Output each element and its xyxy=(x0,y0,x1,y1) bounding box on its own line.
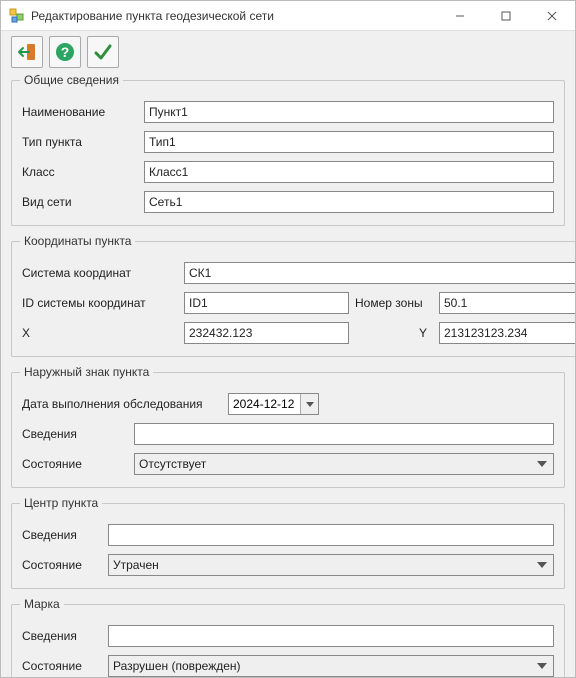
class-input[interactable] xyxy=(144,161,554,183)
group-coords: Координаты пункта Система координат ID с… xyxy=(11,234,575,357)
close-button[interactable] xyxy=(529,1,575,31)
group-general: Общие сведения Наименование Тип пункта К… xyxy=(11,73,565,226)
network-label: Вид сети xyxy=(22,195,138,209)
chevron-down-icon[interactable] xyxy=(300,394,318,414)
svg-text:?: ? xyxy=(61,44,70,60)
survey-date-value: 2024-12-12 xyxy=(233,397,300,411)
center-info-input[interactable] xyxy=(108,524,554,546)
group-outer-sign: Наружный знак пункта Дата выполнения обс… xyxy=(11,365,565,488)
outer-state-select[interactable]: Отсутствует xyxy=(134,453,554,475)
center-state-label: Состояние xyxy=(22,558,102,572)
mark-state-select[interactable]: Разрушен (поврежден) xyxy=(108,655,554,677)
group-center: Центр пункта Сведения Состояние Утрачен xyxy=(11,496,565,589)
group-outer-sign-legend: Наружный знак пункта xyxy=(20,365,153,379)
center-info-label: Сведения xyxy=(22,528,102,542)
maximize-button[interactable] xyxy=(483,1,529,31)
outer-info-input[interactable] xyxy=(134,423,554,445)
zone-label: Номер зоны xyxy=(355,296,433,310)
mark-state-label: Состояние xyxy=(22,659,102,673)
app-icon xyxy=(9,8,25,24)
network-input[interactable] xyxy=(144,191,554,213)
exit-button[interactable] xyxy=(11,36,43,68)
y-input[interactable] xyxy=(439,322,575,344)
crs-input[interactable] xyxy=(184,262,575,284)
survey-date-input[interactable]: 2024-12-12 xyxy=(228,393,319,415)
crs-id-input[interactable] xyxy=(184,292,349,314)
class-label: Класс xyxy=(22,165,138,179)
group-center-legend: Центр пункта xyxy=(20,496,102,510)
form-content: Общие сведения Наименование Тип пункта К… xyxy=(1,73,575,677)
survey-date-label: Дата выполнения обследования xyxy=(22,397,222,411)
crs-label: Система координат xyxy=(22,266,178,280)
x-label: X xyxy=(22,326,178,340)
group-mark-legend: Марка xyxy=(20,597,64,611)
outer-info-label: Сведения xyxy=(22,427,128,441)
name-label: Наименование xyxy=(22,105,138,119)
mark-info-label: Сведения xyxy=(22,629,102,643)
x-input[interactable] xyxy=(184,322,349,344)
window-title: Редактирование пункта геодезической сети xyxy=(31,9,437,23)
titlebar: Редактирование пункта геодезической сети xyxy=(1,1,575,31)
group-coords-legend: Координаты пункта xyxy=(20,234,135,248)
name-input[interactable] xyxy=(144,101,554,123)
center-state-select[interactable]: Утрачен xyxy=(108,554,554,576)
minimize-button[interactable] xyxy=(437,1,483,31)
type-input[interactable] xyxy=(144,131,554,153)
type-label: Тип пункта xyxy=(22,135,138,149)
outer-state-label: Состояние xyxy=(22,457,128,471)
y-label: Y xyxy=(355,326,433,340)
help-button[interactable]: ? xyxy=(49,36,81,68)
zone-input[interactable] xyxy=(439,292,575,314)
group-general-legend: Общие сведения xyxy=(20,73,123,87)
toolbar: ? xyxy=(1,31,575,73)
dialog-window: Редактирование пункта геодезической сети xyxy=(0,0,576,678)
mark-info-input[interactable] xyxy=(108,625,554,647)
group-mark: Марка Сведения Состояние Разрушен (повре… xyxy=(11,597,565,677)
crs-id-label: ID системы координат xyxy=(22,296,178,310)
apply-button[interactable] xyxy=(87,36,119,68)
